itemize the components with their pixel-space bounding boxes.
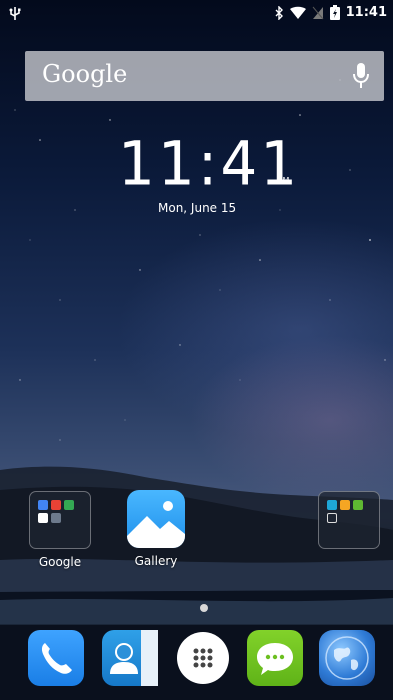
clock-ampm: AM — [277, 176, 290, 185]
app-gallery[interactable]: Gallery — [120, 490, 192, 568]
google-logo: Google — [42, 60, 128, 88]
clock-widget[interactable]: 11:41 AM Mon, June 15 — [0, 128, 393, 228]
folder-google-label: Google — [38, 555, 82, 569]
folder-unnamed[interactable] — [313, 491, 385, 555]
status-time: 11:41 — [345, 5, 387, 20]
app-gallery-label: Gallery — [134, 554, 178, 568]
folder-icon — [318, 491, 380, 549]
folder-google[interactable]: Google — [24, 491, 96, 569]
google-folder-icon — [29, 491, 91, 549]
battery-charging-icon — [329, 5, 340, 20]
wallpaper-hills — [0, 466, 393, 700]
wifi-icon — [289, 6, 306, 19]
gallery-icon — [127, 490, 185, 548]
clock-time: 11:41 — [118, 128, 301, 200]
home-screen: 11:41 Google 11:41 AM Mon, June 15 Googl… — [0, 0, 393, 700]
usb-icon — [9, 7, 21, 20]
clock-date: Mon, June 15 — [158, 201, 237, 215]
status-icons: 11:41 — [274, 5, 387, 20]
no-sim-icon — [312, 6, 323, 19]
status-bar: 11:41 — [0, 0, 393, 26]
page-indicator — [200, 604, 208, 612]
messaging-icon[interactable] — [247, 630, 303, 686]
mic-icon[interactable] — [352, 62, 370, 90]
dock — [0, 624, 393, 700]
contacts-icon[interactable] — [102, 630, 158, 686]
browser-icon[interactable] — [319, 630, 375, 686]
bluetooth-icon — [275, 5, 283, 20]
google-search-bar[interactable]: Google — [25, 51, 384, 101]
phone-icon[interactable] — [28, 630, 84, 686]
app-drawer-icon[interactable] — [177, 632, 229, 684]
